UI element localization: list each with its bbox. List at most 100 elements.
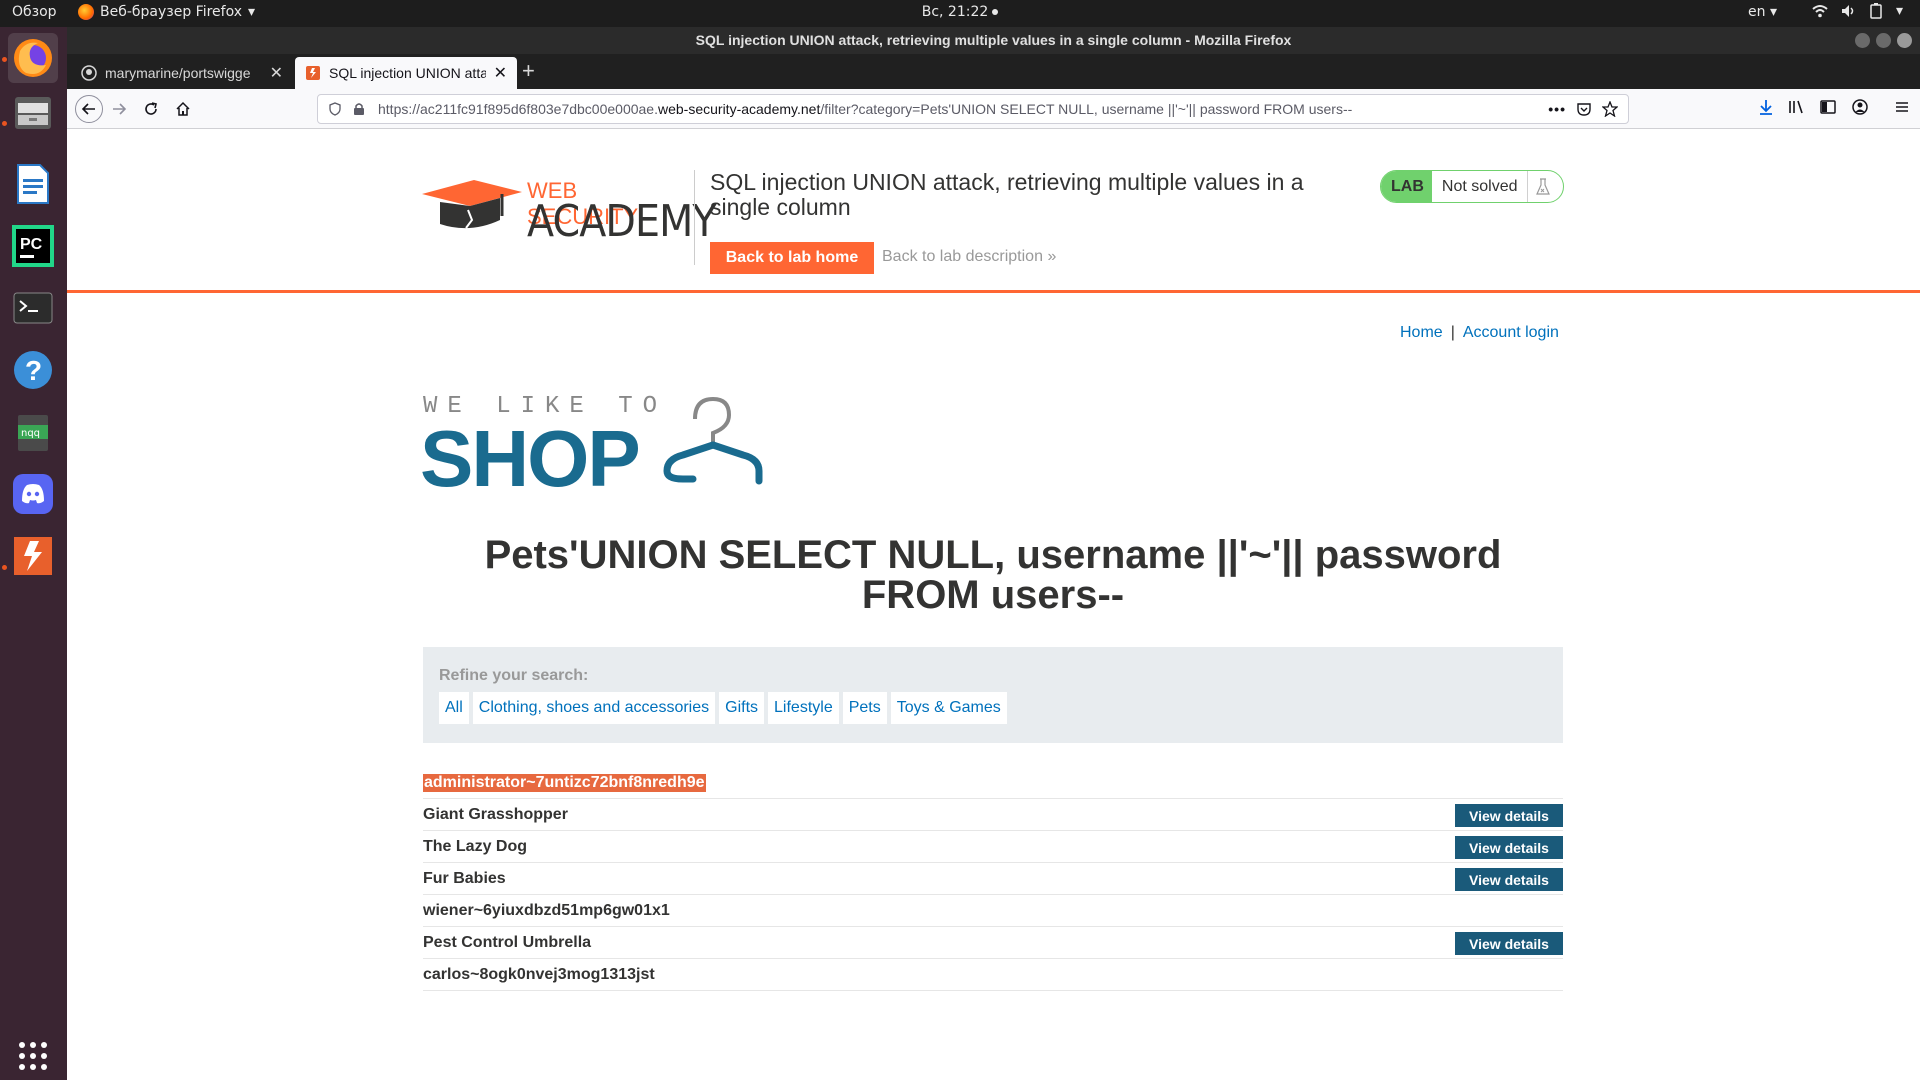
new-tab-button[interactable]: + — [522, 60, 535, 82]
lab-title: SQL injection UNION attack, retrieving m… — [710, 169, 1304, 220]
maximize-button[interactable] — [1876, 33, 1891, 48]
dock-terminal[interactable] — [8, 283, 58, 333]
url-prefix: https://ac211fc91f895d6f803e7dbc00e000ae… — [378, 101, 658, 117]
url-text: https://ac211fc91f895d6f803e7dbc00e000ae… — [378, 101, 1548, 117]
keyboard-layout-label: en — [1748, 4, 1766, 20]
keyboard-layout-indicator[interactable]: en ▾ — [1748, 4, 1777, 20]
home-link[interactable]: Home — [1400, 324, 1443, 341]
web-security-academy-logo[interactable]: WEB SECURITY ACADEMY — [422, 168, 717, 247]
lab-header: WEB SECURITY ACADEMY SQL injection UNION… — [67, 130, 1920, 293]
lab-description-label: Back to lab description — [882, 248, 1043, 265]
running-indicator-icon — [2, 57, 7, 62]
view-details-button[interactable]: View details — [1455, 868, 1563, 891]
url-host: web-security-academy.net — [657, 101, 821, 117]
close-tab-icon[interactable]: ✕ — [494, 63, 507, 83]
help-icon: ? — [14, 351, 52, 389]
tab-github[interactable]: marymarine/portswigge ✕ — [71, 57, 293, 89]
close-window-button[interactable] — [1897, 33, 1912, 48]
account-login-link[interactable]: Account login — [1463, 324, 1559, 341]
tab-label: marymarine/portswigge — [105, 65, 251, 81]
search-results-heading: Pets'UNION SELECT NULL, username ||'~'||… — [484, 533, 1502, 617]
account-button[interactable] — [1851, 98, 1869, 116]
refine-search-label: Refine your search: — [439, 667, 589, 684]
clock[interactable]: Вс, 21:22 — [0, 4, 1920, 20]
nav-separator: | — [1450, 324, 1455, 341]
result-name: administrator~7untizc72bnf8nredh9e — [423, 773, 706, 792]
navigation-toolbar: https://ac211fc91f895d6f803e7dbc00e000ae… — [67, 89, 1920, 129]
result-name: Fur Babies — [423, 869, 506, 887]
table-row: Giant Grasshopper View details — [423, 799, 1563, 831]
pycharm-icon: PC — [12, 225, 54, 267]
result-name: The Lazy Dog — [423, 837, 528, 855]
header-divider — [694, 170, 695, 265]
window-controls — [1855, 33, 1912, 48]
github-icon — [81, 65, 97, 81]
dock-pycharm[interactable]: PC — [8, 221, 58, 271]
system-tray[interactable]: ▾ — [1812, 3, 1903, 19]
view-details-button[interactable]: View details — [1455, 804, 1563, 827]
forward-button[interactable] — [107, 97, 131, 121]
dock-show-apps[interactable] — [8, 1031, 58, 1080]
dock-help[interactable]: ? — [8, 345, 58, 395]
notification-dot-icon — [992, 9, 999, 15]
result-name: Pest Control Umbrella — [423, 933, 592, 951]
bookmark-star-icon[interactable] — [1602, 101, 1618, 117]
system-menu-chevron-icon: ▾ — [1896, 3, 1904, 19]
dock-burp[interactable] — [8, 531, 58, 581]
back-button[interactable] — [75, 95, 103, 123]
table-row: Fur Babies View details — [423, 863, 1563, 895]
clock-label: Вс, 21:22 — [921, 4, 989, 20]
back-to-lab-description-link[interactable]: Back to lab description » — [882, 248, 1056, 266]
dock-writer[interactable] — [8, 159, 58, 209]
sidebar-button[interactable] — [1819, 98, 1837, 116]
url-path: /filter?category=Pets'UNION SELECT NULL,… — [820, 101, 1353, 117]
category-lifestyle[interactable]: Lifestyle — [768, 692, 839, 724]
view-details-button[interactable]: View details — [1455, 836, 1563, 859]
system-top-bar: Обзор Веб-браузер Firefox ▾ Вс, 21:22 en… — [0, 0, 1920, 27]
graduation-cap-icon — [422, 180, 522, 229]
back-to-lab-home-button[interactable]: Back to lab home — [710, 242, 874, 274]
shield-icon[interactable] — [324, 102, 346, 116]
portswigger-icon — [306, 66, 320, 80]
dock-discord[interactable] — [8, 469, 58, 519]
lab-badge: LAB — [1381, 171, 1432, 202]
window-title-bar[interactable]: SQL injection UNION attack, retrieving m… — [67, 27, 1920, 54]
filter-panel: Refine your search: All Clothing, shoes … — [423, 647, 1563, 743]
pocket-icon[interactable] — [1576, 101, 1592, 117]
url-actions: ••• — [1548, 101, 1618, 117]
reload-button[interactable] — [139, 97, 163, 121]
url-bar[interactable]: https://ac211fc91f895d6f803e7dbc00e000ae… — [317, 94, 1629, 124]
result-name: wiener~6yiuxdbzd51mp6gw01x1 — [423, 901, 670, 919]
category-filters: All Clothing, shoes and accessories Gift… — [439, 692, 1007, 724]
app-grid-icon — [19, 1042, 47, 1070]
library-button[interactable] — [1787, 98, 1805, 116]
dock-files[interactable] — [8, 87, 58, 137]
running-indicator-icon — [2, 121, 7, 126]
category-pets[interactable]: Pets — [842, 692, 887, 724]
category-gifts[interactable]: Gifts — [719, 692, 765, 724]
category-all[interactable]: All — [439, 692, 469, 724]
tab-lab[interactable]: SQL injection UNION attac ✕ — [295, 57, 517, 89]
table-row: administrator~7untizc72bnf8nredh9e — [423, 767, 1563, 799]
files-icon — [15, 97, 51, 129]
firefox-icon — [14, 39, 52, 77]
app-menu-button[interactable] — [1893, 98, 1911, 116]
minimize-button[interactable] — [1855, 33, 1870, 48]
svg-text:?: ? — [25, 355, 42, 386]
running-indicator-icon — [2, 565, 7, 570]
page-actions-icon[interactable]: ••• — [1548, 101, 1566, 117]
dock-notes[interactable]: nqq — [8, 407, 58, 457]
close-tab-icon[interactable]: ✕ — [270, 63, 283, 83]
shop-logo: WE LIKE TO SHOP — [420, 393, 773, 503]
result-name: Giant Grasshopper — [423, 805, 568, 823]
category-toys-games[interactable]: Toys & Games — [890, 692, 1007, 724]
results-table: administrator~7untizc72bnf8nredh9e Giant… — [423, 767, 1563, 991]
view-details-button[interactable]: View details — [1455, 932, 1563, 955]
dock-firefox[interactable] — [8, 33, 58, 83]
category-clothing[interactable]: Clothing, shoes and accessories — [472, 692, 716, 724]
lock-icon[interactable] — [348, 102, 370, 116]
chevron-down-icon: ▾ — [1769, 4, 1777, 20]
home-button[interactable] — [171, 97, 195, 121]
downloads-button[interactable] — [1757, 98, 1775, 116]
shop-logo-word: SHOP — [420, 414, 641, 503]
